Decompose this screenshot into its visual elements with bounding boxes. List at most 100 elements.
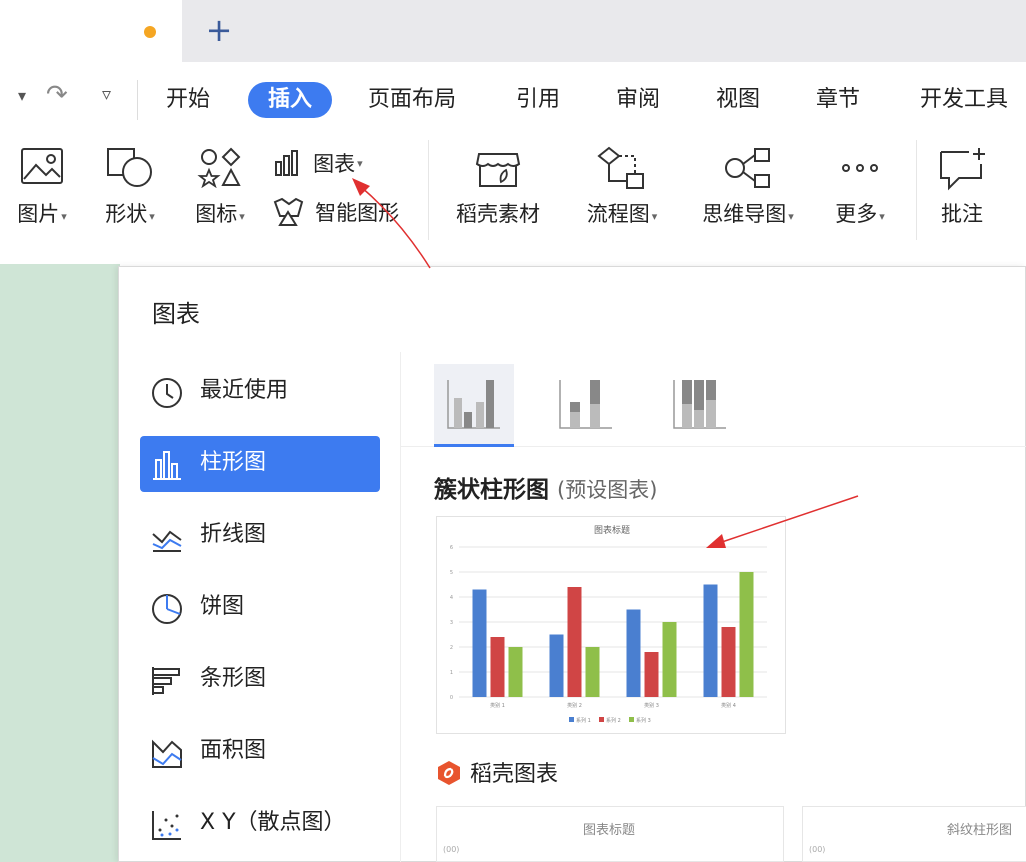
category-column[interactable]: 柱形图 (140, 436, 380, 492)
chart-bar (585, 647, 600, 697)
menu-home[interactable]: 开始 (166, 82, 210, 118)
scatter-chart-icon (152, 811, 181, 840)
x-tick-label: 类别 2 (567, 702, 582, 709)
legend-swatch (569, 717, 574, 722)
category-line[interactable]: 折线图 (140, 508, 380, 564)
chevron-down-icon: ▾ (788, 210, 794, 223)
chevron-down-icon: ▾ (357, 156, 363, 170)
smart-shape-button[interactable]: 智能图形 (272, 196, 422, 228)
chart-type-name: 簇状柱形图 (434, 477, 549, 503)
legend-label: 系列 1 (576, 717, 591, 724)
more-button[interactable]: 更多 ▾ (824, 146, 896, 228)
mindmap-label: 思维导图 (702, 202, 787, 226)
category-area[interactable]: 面积图 (140, 724, 380, 780)
category-label: 折线图 (200, 522, 267, 547)
legend-swatch (629, 717, 634, 722)
category-pie[interactable]: 饼图 (140, 580, 380, 636)
menu-developer[interactable]: 开发工具 (920, 82, 1008, 118)
subtype-clustered-column[interactable] (434, 364, 514, 444)
docer-material-label: 稻壳素材 (456, 202, 540, 226)
docer-chart-title: 稻壳图表 (470, 762, 559, 787)
chart-bar (739, 572, 754, 697)
legend-label: 系列 3 (636, 717, 651, 724)
y-tick-label: 1 (450, 670, 453, 676)
flowchart-icon (597, 146, 644, 189)
area-chart-icon (152, 739, 182, 768)
mindmap-button[interactable]: 思维导图 ▾ (688, 146, 808, 228)
y-tick-label: 3 (450, 620, 453, 626)
chart-bar (703, 584, 718, 697)
chevron-down-icon: ▾ (879, 210, 885, 223)
template-axis-tick: (00) (443, 845, 460, 854)
chevron-down-icon: ▾ (239, 210, 245, 223)
chart-type-subtitle: (预设图表) (557, 478, 658, 502)
menu-view[interactable]: 视图 (716, 82, 760, 118)
document-canvas (0, 264, 120, 862)
chart-preview-card[interactable]: 图表标题 0 1 2 3 4 5 6 类别 1 类别 2 类别 3 类别 4 系列 1 系列 2 系列 3 (436, 516, 786, 734)
y-tick-label: 0 (450, 695, 453, 701)
chart-bar (662, 622, 677, 697)
subtype-stacked-column[interactable] (548, 364, 628, 444)
unsaved-dot-icon (144, 26, 156, 38)
line-chart-icon (152, 530, 182, 552)
y-tick-label: 2 (450, 645, 453, 651)
chart-bar (472, 589, 487, 697)
category-label: 柱形图 (200, 450, 267, 475)
category-scatter[interactable]: X Y（散点图） (140, 796, 380, 852)
chart-bar (567, 587, 582, 697)
column-chart-icon (153, 451, 181, 480)
x-tick-label: 类别 3 (644, 702, 659, 709)
percent-stacked-column-thumbnail-icon (673, 380, 726, 429)
chart-bar (508, 647, 523, 697)
chart-bar (490, 637, 505, 697)
docer-logo-icon (438, 761, 460, 785)
menu-review[interactable]: 审阅 (616, 82, 660, 118)
legend-swatch (599, 717, 604, 722)
x-tick-label: 类别 4 (721, 702, 736, 709)
menu-references[interactable]: 引用 (516, 82, 560, 118)
chart-preview: 图表标题 0 1 2 3 4 5 6 类别 1 类别 2 类别 3 类别 4 系列 1 系列 2 系列 3 (450, 524, 767, 724)
docer-store-icon (475, 153, 521, 187)
ribbon-divider (428, 140, 429, 240)
y-tick-label: 5 (450, 570, 453, 576)
category-label: 饼图 (200, 594, 245, 619)
template-card[interactable]: 图表标题 (00) (436, 806, 784, 862)
menu-bar (0, 62, 1026, 134)
category-recent[interactable]: 最近使用 (140, 364, 380, 420)
docer-material-button[interactable]: 稻壳素材 (446, 146, 550, 228)
icon-library-button[interactable]: 图标 ▾ (184, 146, 256, 228)
pie-chart-icon (152, 594, 182, 624)
chart-bar (644, 652, 659, 697)
comment-add-icon (940, 148, 985, 191)
chevron-down-icon: ▾ (651, 210, 658, 223)
smart-shape-icon (273, 197, 304, 226)
menu-page-layout[interactable]: 页面布局 (368, 82, 456, 118)
new-tab-button[interactable]: + (200, 12, 238, 50)
quick-access-dropdown-icon[interactable]: ▾ (18, 86, 26, 105)
shape-button[interactable]: 形状 ▾ (94, 146, 166, 228)
flowchart-button[interactable]: 流程图 ▾ (574, 146, 670, 228)
template-card[interactable]: 斜纹柱形图 (00) (802, 806, 1026, 862)
x-tick-label: 类别 1 (490, 702, 505, 709)
more-label: 更多 (835, 202, 878, 226)
chevron-down-icon: ▾ (61, 210, 67, 223)
picture-button[interactable]: 图片 ▾ (6, 146, 78, 228)
chart-bar (721, 627, 736, 697)
menu-section[interactable]: 章节 (816, 82, 860, 118)
chart-label: 图表 (313, 152, 356, 176)
customize-quick-access-icon[interactable]: ▿ (102, 84, 111, 105)
comment-button[interactable]: 批注 (928, 146, 996, 228)
chart-button[interactable]: 图表 ▾ (272, 148, 392, 178)
shape-icon (107, 148, 152, 187)
template-title: 图表标题 (583, 823, 636, 838)
bar-chart-icon (275, 150, 298, 176)
subtype-percent-stacked-column[interactable] (662, 364, 742, 444)
category-bar[interactable]: 条形图 (140, 652, 380, 708)
chart-bar (626, 609, 641, 697)
icon-library-icon (197, 147, 241, 188)
menu-insert[interactable]: 插入 (248, 82, 333, 118)
template-axis-tick: (00) (809, 845, 826, 854)
redo-icon[interactable]: ↷ (46, 80, 68, 110)
smart-shape-label: 智能图形 (315, 201, 400, 225)
y-tick-label: 4 (450, 595, 453, 601)
